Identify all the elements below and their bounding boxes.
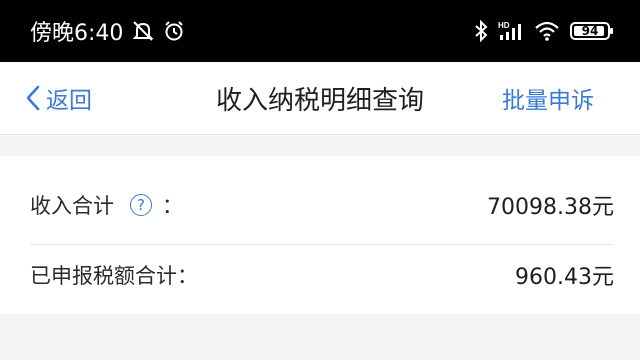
status-left: 傍晚6:40	[30, 15, 185, 47]
income-total-label-group: 收入合计 ? ：	[30, 190, 183, 220]
svg-text:HD: HD	[498, 21, 510, 30]
alarm-icon	[163, 20, 185, 42]
signal-icon: HD	[498, 20, 524, 42]
battery-icon: 94	[570, 22, 613, 40]
income-total-label: 收入合计	[30, 194, 114, 218]
chevron-left-icon	[24, 84, 42, 112]
back-label: 返回	[46, 88, 92, 114]
tax-total-row: 已申报税额合计： 960.43元	[30, 244, 614, 306]
status-bar: 傍晚6:40 HD 94	[0, 0, 640, 62]
battery-level: 94	[581, 24, 599, 38]
status-right: HD 94	[474, 20, 613, 42]
income-total-colon: ：	[162, 194, 183, 218]
batch-appeal-button[interactable]: 批量申诉	[502, 62, 594, 134]
back-button[interactable]: 返回	[24, 62, 92, 134]
wifi-icon	[534, 20, 560, 42]
summary-card: 收入合计 ? ： 70098.38元 已申报税额合计： 960.43元	[0, 156, 640, 314]
mute-icon	[131, 20, 155, 42]
income-total-value: 70098.38元	[487, 195, 614, 220]
bluetooth-icon	[474, 20, 488, 42]
status-time: 傍晚6:40	[30, 21, 124, 46]
tax-total-label: 已申报税额合计：	[30, 264, 198, 288]
tax-total-value: 960.43元	[515, 265, 614, 290]
income-total-row: 收入合计 ? ： 70098.38元	[30, 166, 614, 245]
nav-bar: 返回 收入纳税明细查询 批量申诉	[0, 62, 640, 135]
help-icon[interactable]: ?	[130, 194, 152, 216]
